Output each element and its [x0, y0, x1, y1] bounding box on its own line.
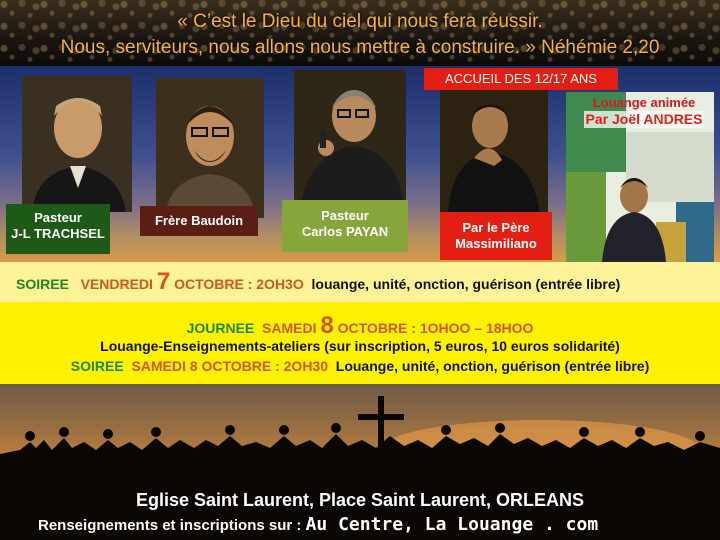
speaker-name: Frère Baudoin [154, 213, 244, 228]
event-date-number: 8 [320, 312, 334, 339]
speaker-name: J-L TRACHSEL [11, 226, 105, 241]
speaker-name: Massimiliano [455, 236, 537, 251]
event-month: OCTOBRE [337, 320, 408, 336]
registration-info: Renseignements et inscriptions sur : Au … [38, 514, 598, 535]
saturday-events: JOURNEE SAMEDI 8 OCTOBRE : 1OHOO – 18HOO… [0, 302, 720, 384]
event-saturday-day: JOURNEE SAMEDI 8 OCTOBRE : 1OHOO – 18HOO [0, 312, 720, 340]
event-when: SAMEDI 8 OCTOBRE : 2OH30 [131, 358, 328, 374]
event-time: : 1OHOO – 18HOO [411, 320, 534, 336]
speaker-name: Carlos PAYAN [301, 224, 389, 239]
speaker-title: Pasteur [34, 210, 82, 225]
event-kind: JOURNEE [186, 320, 255, 336]
speaker-label-baudoin: Frère Baudoin [140, 206, 258, 236]
speaker-title: Pasteur [321, 208, 369, 223]
event-friday-evening: SOIREE VENDREDI 7 OCTOBRE : 2OH3O louang… [0, 262, 720, 302]
event-day: VENDREDI [80, 276, 153, 292]
speaker-photo-baudoin [156, 78, 264, 218]
speaker-photo-payan [294, 70, 406, 208]
speaker-label-massimiliano: Par le Père Massimiliano [440, 212, 552, 260]
event-saturday-evening: SOIREE SAMEDI 8 OCTOBRE : 2OH30 Louange,… [0, 358, 720, 374]
event-kind: SOIREE [70, 358, 124, 374]
worship-caption-line2: Par Joël ANDRES [583, 111, 705, 128]
youth-welcome-badge: ACCUEIL DES 12/17 ANS [424, 68, 618, 90]
venue-address: Eglise Saint Laurent, Place Saint Lauren… [135, 490, 585, 510]
event-day: SAMEDI [262, 320, 317, 336]
event-date-number: 7 [156, 268, 171, 295]
event-description: Louange, unité, onction, guérison (entré… [335, 358, 650, 374]
quote-line-1: « C’est le Dieu du ciel qui nous fera ré… [177, 11, 543, 32]
event-saturday-description: Louange-Enseignements-ateliers (sur insc… [100, 338, 620, 354]
event-month-time: OCTOBRE : 2OH3O [174, 276, 304, 292]
speakers-panel: ACCUEIL DES 12/17 ANS Louange animée Par… [0, 66, 720, 262]
event-kind: SOIREE [16, 276, 69, 292]
worship-caption-line1: Louange animée [592, 95, 696, 110]
speaker-photo-massimiliano [440, 88, 548, 214]
speaker-label-trachsel: Pasteur J-L TRACHSEL [6, 204, 110, 254]
website-link[interactable]: Au Centre, La Louange . com [306, 514, 599, 535]
speaker-photo-trachsel [22, 76, 132, 212]
speaker-label-payan: Pasteur Carlos PAYAN [282, 200, 408, 252]
worship-leader-caption: Louange animée Par Joël ANDRES [572, 94, 716, 128]
speaker-title: Par le Père [462, 220, 530, 235]
registration-label: Renseignements et inscriptions sur : [38, 517, 302, 534]
quote-line-2: Nous, serviteurs, nous allons nous mettr… [60, 37, 660, 58]
event-description: louange, unité, onction, guérison (entré… [311, 276, 621, 292]
header-banner: « C’est le Dieu du ciel qui nous fera ré… [0, 0, 720, 66]
sunset-cross-image: Eglise Saint Laurent, Place Saint Lauren… [0, 384, 720, 540]
